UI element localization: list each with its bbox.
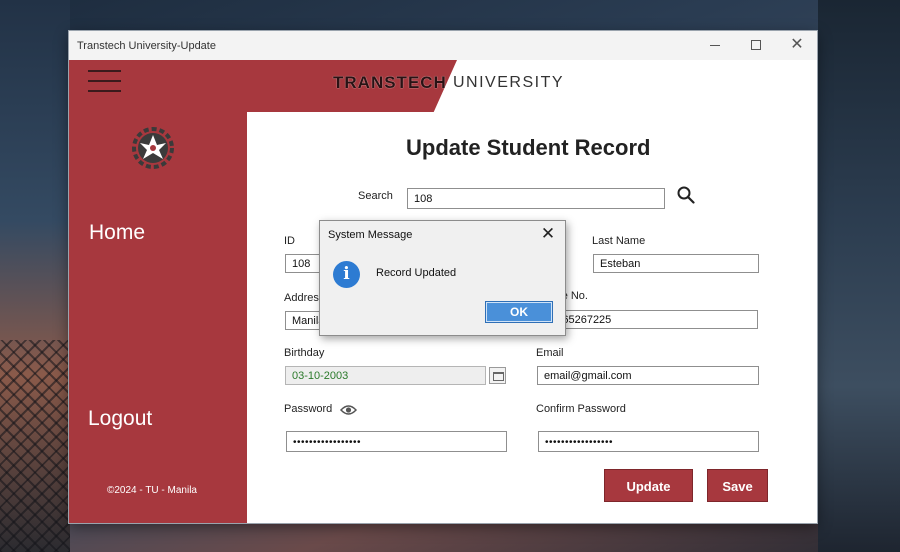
id-label: ID xyxy=(284,235,295,247)
password-label: Password xyxy=(284,403,333,415)
last-name-label: Last Name xyxy=(592,235,646,247)
save-button[interactable]: Save xyxy=(707,469,768,502)
desktop-background-right xyxy=(818,0,900,552)
email-field[interactable]: email@gmail.com xyxy=(537,366,759,385)
footer-copyright: ©2024 - TU - Manila xyxy=(107,485,197,496)
password-field[interactable]: ••••••••••••••••• xyxy=(286,431,507,452)
page-title: Update Student Record xyxy=(406,135,651,160)
update-button[interactable]: Update xyxy=(604,469,693,502)
brand-transtech: TRANSTECH xyxy=(333,73,447,92)
dialog-title: System Message xyxy=(328,229,413,241)
nav-logout[interactable]: Logout xyxy=(88,407,152,431)
birthday-field[interactable]: 03-10-2003 xyxy=(285,366,486,385)
eye-icon[interactable] xyxy=(340,404,357,416)
search-input[interactable]: 108 xyxy=(407,188,665,209)
search-label: Search xyxy=(358,190,393,202)
confirm-password-label: Confirm Password xyxy=(536,403,626,415)
dialog-close-icon[interactable]: ✕ xyxy=(538,224,558,244)
birthday-label: Birthday xyxy=(284,347,325,359)
logo-gear-phoenix-icon xyxy=(132,127,174,169)
search-icon[interactable] xyxy=(677,186,695,204)
brand-university: UNIVERSITY xyxy=(453,74,565,91)
confirm-password-field[interactable]: ••••••••••••••••• xyxy=(538,431,759,452)
title-bar: Transtech University-Update ✕ xyxy=(69,31,817,60)
minimize-button[interactable] xyxy=(705,35,725,55)
hamburger-icon[interactable] xyxy=(88,70,121,94)
close-window-button[interactable]: ✕ xyxy=(787,35,807,55)
calendar-icon[interactable] xyxy=(489,367,506,384)
nav-home[interactable]: Home xyxy=(89,221,145,245)
dialog-message: Record Updated xyxy=(376,267,457,279)
last-name-field[interactable]: Esteban xyxy=(593,254,759,273)
ok-button[interactable]: OK xyxy=(485,301,553,323)
maximize-button[interactable] xyxy=(746,35,766,55)
window-title: Transtech University-Update xyxy=(77,40,216,52)
desktop-background-fence xyxy=(0,340,70,552)
info-icon: i xyxy=(333,261,360,288)
system-message-dialog: System Message ✕ i Record Updated OK xyxy=(319,220,566,336)
email-label: Email xyxy=(536,347,564,359)
phone-field[interactable]: 09565267225 xyxy=(537,310,758,329)
